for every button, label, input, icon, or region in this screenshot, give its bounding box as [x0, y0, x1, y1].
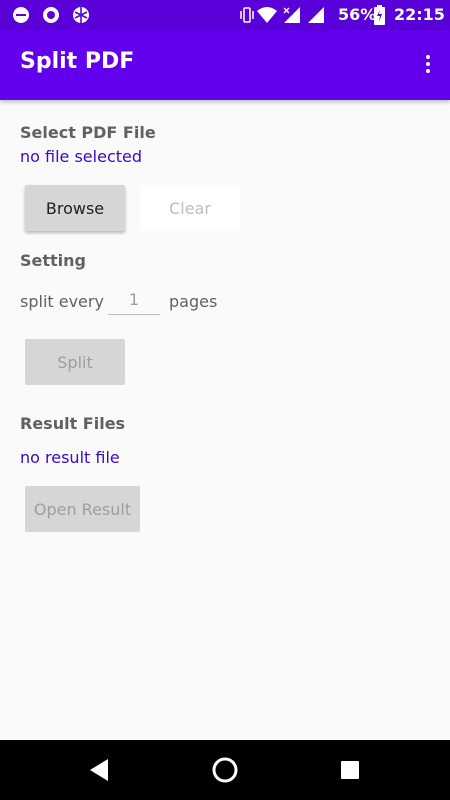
browser-globe-icon — [73, 7, 89, 23]
signal-icon — [283, 7, 300, 23]
browse-button[interactable]: Browse — [25, 185, 125, 231]
setting-heading: Setting — [20, 251, 86, 270]
signal-icon — [308, 7, 324, 23]
recents-icon[interactable] — [340, 760, 360, 780]
pages-label: pages — [169, 292, 218, 311]
pages-per-split-input[interactable]: 1 — [108, 290, 160, 315]
vibrate-icon — [240, 7, 254, 23]
selected-file-status: no file selected — [20, 147, 143, 166]
result-file-status: no result file — [20, 448, 120, 467]
result-files-heading: Result Files — [20, 414, 126, 433]
app-bar: Split PDF — [0, 30, 450, 100]
minus-circle-icon — [13, 7, 29, 23]
home-icon[interactable] — [211, 756, 239, 784]
wifi-icon — [257, 7, 277, 23]
navigation-bar — [0, 740, 450, 800]
battery-icon — [374, 5, 385, 25]
clock: 22:15 — [394, 5, 445, 24]
more-vert-icon[interactable] — [422, 52, 434, 78]
open-result-button[interactable]: Open Result — [25, 486, 140, 532]
split-button[interactable]: Split — [25, 339, 125, 385]
status-bar: 56% 22:15 — [0, 0, 450, 30]
battery-percent: 56% — [338, 5, 377, 24]
split-every-label: split every — [20, 292, 104, 311]
clear-button[interactable]: Clear — [140, 185, 240, 231]
back-icon[interactable] — [88, 758, 110, 782]
record-icon — [43, 7, 59, 23]
select-pdf-heading: Select PDF File — [20, 123, 156, 142]
page-title: Split PDF — [20, 49, 135, 74]
